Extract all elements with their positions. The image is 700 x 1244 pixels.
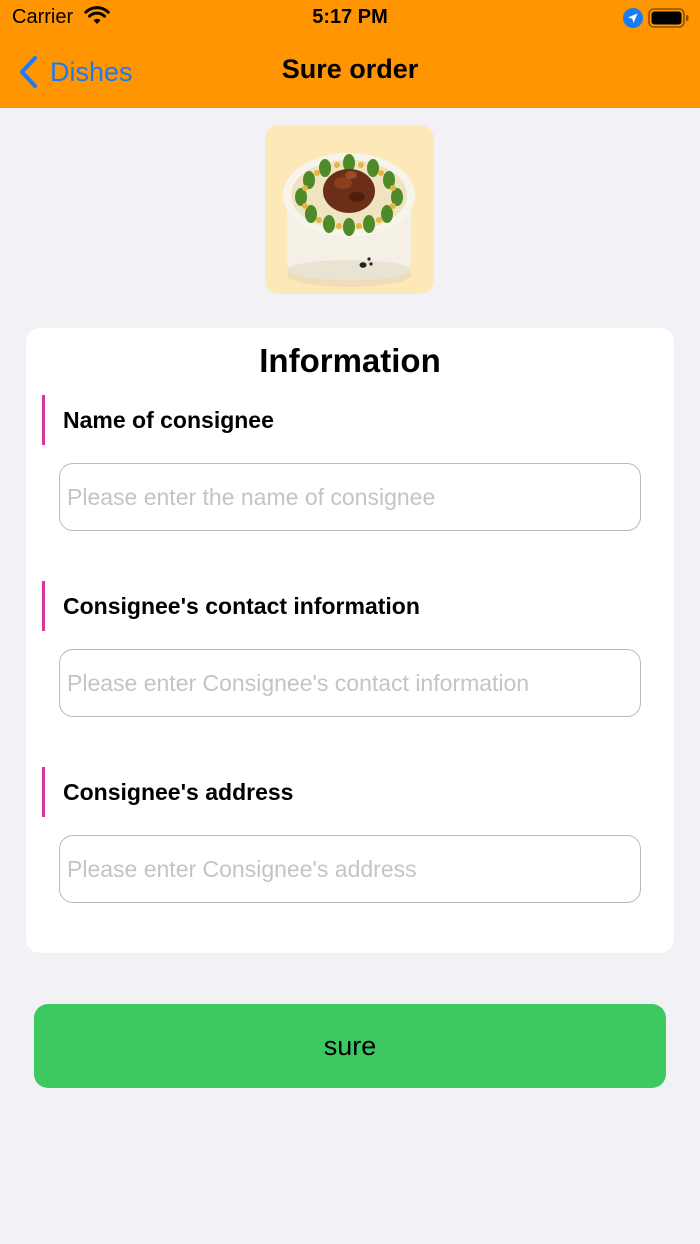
section-marker [42,767,45,817]
name-input[interactable] [60,464,640,530]
name-section-label: Name of consignee [42,395,274,445]
sure-button[interactable]: sure [34,1004,666,1088]
contact-label: Consignee's contact information [63,592,420,619]
name-field[interactable] [59,463,641,531]
address-input[interactable] [60,836,640,902]
header: Carrier 5:17 PM Dishes Sure order [0,0,700,108]
battery-icon [648,8,690,33]
section-marker [42,395,45,445]
address-field[interactable] [59,835,641,903]
location-arrow-icon [622,7,644,34]
navigation-bar: Dishes Sure order [0,40,700,104]
address-label: Consignee's address [63,778,294,805]
page-title: Sure order [281,54,419,84]
name-label: Name of consignee [63,406,274,433]
section-marker [42,581,45,631]
card-title: Information [259,342,441,379]
status-bar: Carrier 5:17 PM [0,0,700,36]
dish-photo [265,125,434,294]
contact-section-label: Consignee's contact information [42,581,420,631]
status-time: 5:17 PM [312,6,388,28]
contact-field[interactable] [59,649,641,717]
information-card: Information Name of consignee Consignee'… [26,328,674,953]
address-section-label: Consignee's address [42,767,293,817]
contact-input[interactable] [60,650,640,716]
